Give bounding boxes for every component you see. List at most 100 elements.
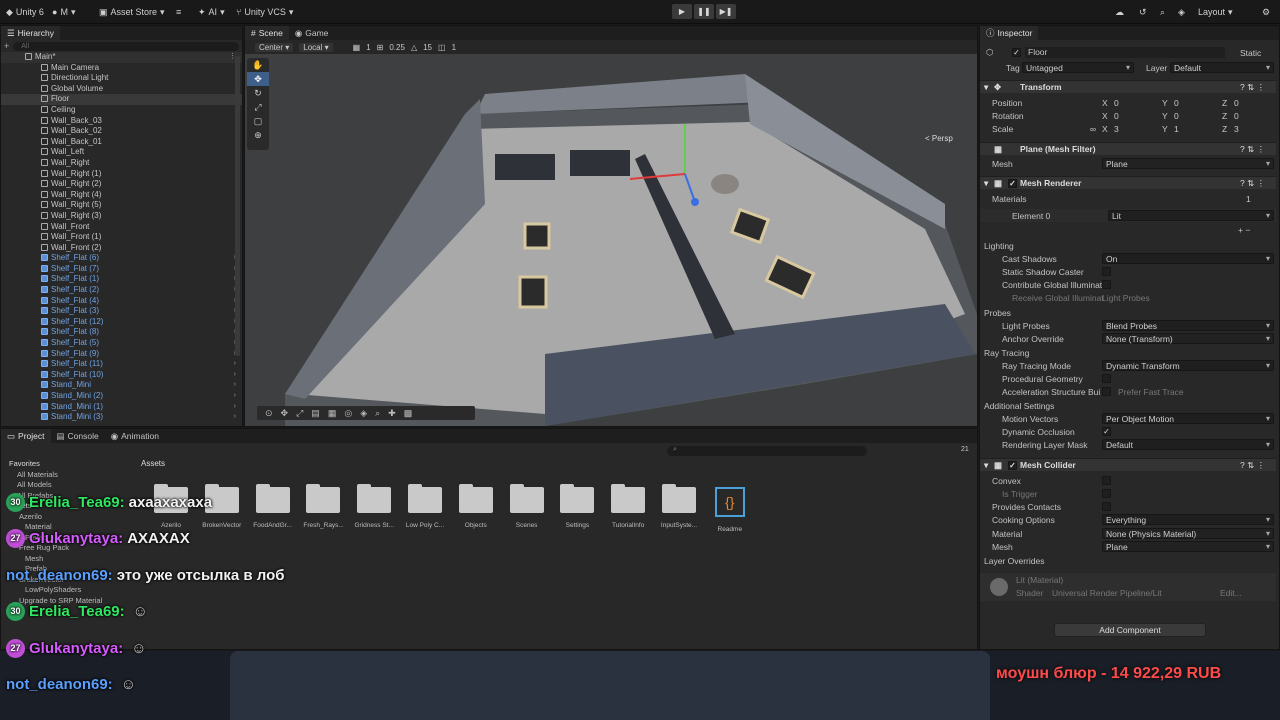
chevron-right-icon[interactable]: › (234, 391, 236, 402)
hierarchy-item[interactable]: Shelf_Flat (5)› (1, 338, 242, 349)
chevron-right-icon[interactable]: › (234, 359, 236, 370)
hierarchy-item[interactable]: Shelf_Flat (6)› (1, 253, 242, 264)
hierarchy-item[interactable]: Shelf_Flat (9)› (1, 349, 242, 360)
tool-icon[interactable]: ◈ (360, 408, 367, 419)
position-x[interactable]: 0 (1114, 98, 1119, 108)
mesh-renderer-enabled[interactable]: ✓ (1008, 179, 1017, 188)
hierarchy-item[interactable]: Shelf_Flat (12)› (1, 317, 242, 328)
chevron-right-icon[interactable]: › (234, 370, 236, 381)
hierarchy-item[interactable]: Wall_Right (3) (1, 211, 242, 222)
pivot-dropdown[interactable]: Center ▾ (255, 42, 294, 52)
hierarchy-item[interactable]: Wall_Right (4) (1, 190, 242, 201)
contribute-gi-checkbox[interactable] (1102, 280, 1111, 289)
menu-icon-button[interactable]: ≡ (176, 4, 181, 20)
position-z[interactable]: 0 (1234, 98, 1239, 108)
ray-tracing-foldout[interactable]: Ray Tracing (984, 348, 1029, 358)
rt-mode-dropdown[interactable]: Dynamic Transform (1102, 360, 1274, 371)
hierarchy-item[interactable]: Wall_Front (2) (1, 243, 242, 254)
cast-shadows-dropdown[interactable]: On (1102, 253, 1274, 264)
position-y[interactable]: 0 (1174, 98, 1179, 108)
component-menu-icon[interactable]: ? ⇅ ⋮ (1240, 144, 1265, 155)
scene-root[interactable]: Main* ⋮ (1, 52, 242, 63)
hierarchy-item[interactable]: Floor (1, 94, 242, 105)
hierarchy-item[interactable]: Shelf_Flat (10) › (1, 370, 242, 381)
chevron-right-icon[interactable]: › (234, 402, 236, 413)
hierarchy-item[interactable]: Wall_Back_02 (1, 126, 242, 137)
material-field[interactable]: None (Physics Material) (1102, 528, 1274, 539)
history-button[interactable]: ↺ (1139, 4, 1147, 20)
scale-snap-icon[interactable]: ◫ (438, 43, 446, 52)
hierarchy-item[interactable]: Stand_Mini › (1, 380, 242, 391)
component-menu-icon[interactable]: ? ⇅ ⋮ (1240, 82, 1265, 93)
hierarchy-item[interactable]: Ceiling (1, 105, 242, 116)
pause-button[interactable]: ❚❚ (694, 4, 714, 19)
element0-field[interactable]: Lit (1108, 210, 1274, 221)
hierarchy-item[interactable]: Wall_Right (1, 158, 242, 169)
tool-icon[interactable]: ⌕ (375, 408, 380, 419)
scene-viewport[interactable]: ✋ ✥ ↻ ⤢ ▢ ⊕ < Persp ⊙ ✥ ⤢ ▤ ▦ ◎ ◈ ⌕ ✚ ▩ (245, 54, 977, 426)
scale-x[interactable]: 3 (1114, 124, 1119, 134)
mesh-field[interactable]: Plane (1102, 158, 1274, 169)
project-tree-item[interactable]: All Models (5, 480, 135, 491)
tool-icon[interactable]: ✥ (281, 408, 289, 419)
tool-icon[interactable]: ▩ (404, 408, 413, 419)
hand-tool-icon[interactable]: ✋ (247, 58, 269, 72)
rect-tool-icon[interactable]: ▢ (247, 114, 269, 128)
layer-dropdown[interactable]: Default (1170, 62, 1274, 73)
space-dropdown[interactable]: Local ▾ (299, 42, 333, 52)
hierarchy-item[interactable]: Shelf_Flat (2)› (1, 285, 242, 296)
hierarchy-item[interactable]: Wall_Back_01 (1, 137, 242, 148)
project-tree-item[interactable]: LowPolyShaders (5, 585, 135, 596)
asset-folder[interactable]: TutorialInfo (608, 484, 648, 529)
hierarchy-item[interactable]: Shelf_Flat (7)› (1, 264, 242, 275)
tool-icon[interactable]: ◎ (344, 408, 352, 419)
hierarchy-item[interactable]: Wall_Right (1) (1, 169, 242, 180)
link-icon[interactable]: ∞ (1090, 124, 1096, 134)
persp-label[interactable]: < Persp (925, 134, 953, 143)
add-component-button[interactable]: Add Component (1054, 623, 1206, 637)
static-toggle[interactable]: Static (1240, 48, 1261, 58)
asset-folder[interactable]: Gridness St... (354, 484, 394, 529)
asset-store-button[interactable]: ▣ Asset Store ▾ (99, 4, 165, 20)
hierarchy-item[interactable]: Shelf_Flat (11) › (1, 359, 242, 370)
hierarchy-item[interactable]: Wall_Right (5) (1, 200, 242, 211)
asset-folder[interactable]: Low Poly C... (405, 484, 445, 529)
tool-icon[interactable]: ✚ (388, 408, 396, 419)
tab-scene[interactable]: # Scene (245, 26, 289, 40)
assets-breadcrumb[interactable]: Assets (141, 459, 165, 468)
tool-icon[interactable]: ⤢ (296, 408, 303, 419)
hierarchy-item[interactable]: Shelf_Flat (3)› (1, 306, 242, 317)
project-tree-item[interactable]: Mesh (5, 554, 135, 565)
hierarchy-item[interactable]: Wall_Back_03 (1, 116, 242, 127)
object-name-field[interactable]: Floor (1025, 47, 1225, 58)
tab-console[interactable]: ▤ Console (51, 429, 105, 443)
layout-dropdown[interactable]: Layout ▾ (1198, 4, 1233, 20)
settings-button[interactable]: ⚙ (1262, 4, 1270, 20)
collider-mesh-field[interactable]: Plane (1102, 541, 1274, 552)
transform-header[interactable]: ▾ ✥ Transform? ⇅ ⋮ (980, 80, 1276, 93)
hierarchy-item[interactable]: Wall_Left (1, 147, 242, 158)
hierarchy-item[interactable]: Stand_Mini (2) › (1, 391, 242, 402)
chevron-right-icon[interactable]: › (234, 412, 236, 423)
provides-checkbox[interactable] (1102, 502, 1111, 511)
lighting-foldout[interactable]: Lighting (984, 241, 1014, 251)
step-button[interactable]: ▶❚ (716, 4, 736, 19)
project-search-input[interactable]: ⌕ (667, 446, 867, 456)
mesh-collider-enabled[interactable]: ✓ (1008, 461, 1017, 470)
play-button[interactable]: ▶ (672, 4, 692, 19)
chevron-right-icon[interactable]: › (234, 380, 236, 391)
vcs-button[interactable]: ⑂ Unity VCS ▾ (236, 4, 293, 20)
layer-overrides-foldout[interactable]: Layer Overrides (984, 556, 1044, 566)
materials-count[interactable]: 1 (1246, 194, 1251, 204)
static-shadow-checkbox[interactable] (1102, 267, 1111, 276)
asset-folder[interactable]: FoodAndGr... (253, 484, 293, 529)
mesh-renderer-header[interactable]: ▾ ▦ ✓ Mesh Renderer? ⇅ ⋮ (980, 176, 1276, 189)
angle-icon[interactable]: △ (411, 43, 417, 52)
ai-button[interactable]: ✦ AI ▾ (198, 4, 225, 20)
edit-shader-button[interactable]: Edit... (1220, 588, 1242, 598)
convex-checkbox[interactable] (1102, 476, 1111, 485)
hierarchy-item[interactable]: Shelf_Flat (8)› (1, 327, 242, 338)
proc-geo-checkbox[interactable] (1102, 374, 1111, 383)
snap-icon[interactable]: ⊞ (377, 43, 384, 52)
asset-folder[interactable]: {} Readme (710, 487, 750, 533)
